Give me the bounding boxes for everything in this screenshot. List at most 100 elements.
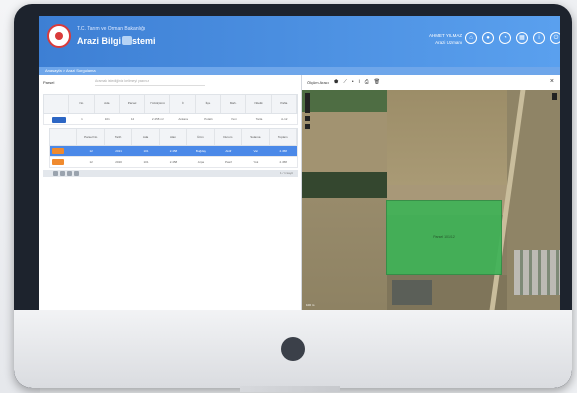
- user-icon[interactable]: ●: [482, 32, 494, 44]
- table-cell: Aktif: [225, 149, 232, 153]
- table-cell: 2021: [115, 149, 122, 153]
- pager-prev-icon[interactable]: [60, 171, 65, 176]
- table1-col: [44, 95, 70, 113]
- map-field: [302, 90, 387, 112]
- table-cell: 2.458: [169, 160, 178, 164]
- map-tool-icons: ⬟ ⟋ • i ⎙ 🗑: [334, 79, 380, 85]
- table-row[interactable]: 12 2020 101 2.458 Arpa Pasif Yok 2.458: [49, 157, 298, 168]
- table2-col: Sulama: [242, 129, 270, 145]
- table-cell: 2.458: [279, 160, 287, 164]
- map-toolbar: Ölçüm Aracı ⬟ ⟋ • i ⎙ 🗑 ×: [302, 75, 560, 91]
- table1-col: Pafta: [272, 95, 297, 113]
- map-scale: 100 m: [306, 303, 315, 307]
- ministry-logo: [47, 24, 71, 48]
- table-cell: Ankara: [178, 117, 188, 121]
- highlighted-parcel[interactable]: Parsel 101/12: [386, 200, 502, 275]
- user-name: AHMET YILMAZ: [429, 33, 463, 38]
- table-cell: Yok: [253, 160, 259, 164]
- close-icon[interactable]: ×: [550, 78, 554, 85]
- map-houses: [514, 250, 560, 295]
- polygon-icon[interactable]: ⬟: [334, 79, 338, 85]
- query-panel: Parsel Aramak istediğiniz kelimeyi yazın…: [39, 75, 302, 310]
- layer-icon[interactable]: [305, 116, 310, 121]
- table-row-selected[interactable]: 12 2021 101 2.458 Buğday Aktif Var 2.458: [49, 146, 298, 157]
- search-input[interactable]: Aramak istediğiniz kelimeyi yazınız: [95, 79, 205, 86]
- monitor-stand: [240, 386, 340, 392]
- map-field: [387, 90, 507, 185]
- table2-col: Tarih: [105, 129, 133, 145]
- detail-button[interactable]: [52, 148, 64, 154]
- pager-info: 1 / 1 kayıt: [279, 171, 293, 175]
- table-cell: 101: [143, 149, 149, 153]
- table-cell: 101: [143, 160, 149, 164]
- table-cell: 2.458: [169, 149, 178, 153]
- grid-icon[interactable]: ▦: [516, 32, 528, 44]
- user-role: Arazi Uzmanı: [435, 40, 463, 45]
- table-cell: Var: [253, 149, 258, 153]
- table-cell: 2.458 m²: [151, 117, 164, 121]
- table-cell: 2020: [115, 160, 122, 164]
- table1-col: Yüzölçümü: [145, 95, 171, 113]
- pagination: 1 / 1 kayıt: [43, 170, 298, 177]
- locate-icon[interactable]: [305, 124, 310, 129]
- logout-icon[interactable]: ⏻: [550, 32, 560, 44]
- map-field: [392, 280, 432, 305]
- map-field: [302, 198, 387, 310]
- fullscreen-icon[interactable]: [552, 93, 557, 100]
- table-cell: Pasif: [225, 160, 232, 164]
- table-cell: 12: [89, 160, 93, 164]
- delete-icon[interactable]: 🗑: [374, 79, 380, 85]
- table1-col: Ada: [95, 95, 120, 113]
- table-cell: Buğday: [195, 149, 206, 153]
- table-cell: Yeni: [230, 117, 237, 121]
- point-icon[interactable]: •: [352, 79, 354, 85]
- table-row[interactable]: 1 101 12 2.458 m² Ankara Polatlı Yeni Ta…: [43, 114, 298, 125]
- table2-col: Ada: [132, 129, 160, 145]
- table2-col: [50, 129, 78, 145]
- select-row-button[interactable]: [52, 117, 66, 123]
- table1-col: Mah.: [221, 95, 247, 113]
- user-info: AHMET YILMAZ Arazi Uzmanı: [429, 32, 462, 46]
- table1-header: No Ada Parsel Yüzölçümü İl İlçe Mah. Nit…: [43, 94, 298, 114]
- table2-col: Durum: [215, 129, 243, 145]
- table2-col: Toplam: [270, 129, 297, 145]
- pager-next-icon[interactable]: [67, 171, 72, 176]
- table1-col: Parsel: [120, 95, 146, 113]
- app-badge-icon: [122, 36, 132, 45]
- home-icon[interactable]: ⌂: [465, 32, 477, 44]
- app-subtitle: T.C. Tarım ve Orman Bakanlığı: [77, 26, 146, 32]
- table-cell: Polatlı: [204, 117, 213, 121]
- table1-col: İl: [170, 95, 196, 113]
- table2-col: Alan: [160, 129, 188, 145]
- map-panel: Ölçüm Aracı ⬟ ⟋ • i ⎙ 🗑 × Parsel 101/12 …: [302, 75, 560, 310]
- pager-buttons: [53, 171, 79, 176]
- info-icon[interactable]: i: [533, 32, 545, 44]
- map-field: [302, 172, 387, 198]
- parcel-label: Parsel 101/12: [433, 235, 455, 239]
- zoom-control[interactable]: [305, 93, 310, 113]
- table1-col: Nitelik: [246, 95, 272, 113]
- table-cell: 101: [104, 117, 110, 121]
- table1-col: İlçe: [196, 95, 222, 113]
- pager-first-icon[interactable]: [53, 171, 58, 176]
- table-cell: 12: [89, 149, 93, 153]
- detail-button[interactable]: [52, 159, 64, 165]
- bell-icon[interactable]: ◔: [499, 32, 511, 44]
- table-cell: Tarla: [255, 117, 263, 121]
- pager-last-icon[interactable]: [74, 171, 79, 176]
- table-cell: 1: [81, 117, 83, 121]
- app-title: Arazi Bilgi Sistemi: [77, 36, 156, 46]
- table-cell: 12: [130, 117, 135, 121]
- satellite-map[interactable]: Parsel 101/12 100 m: [302, 90, 560, 310]
- monitor-frame: T.C. Tarım ve Orman Bakanlığı Arazi Bilg…: [14, 4, 572, 388]
- map-field: [302, 112, 387, 172]
- info-icon[interactable]: i: [359, 79, 360, 85]
- table-cell: 2.458: [279, 149, 287, 153]
- breadcrumb: Anasayfa > Arazi Sorgulama: [39, 67, 560, 75]
- print-icon[interactable]: ⎙: [365, 79, 369, 85]
- line-icon[interactable]: ⟋: [343, 79, 347, 85]
- table2-header: Parsel No Tarih Ada Alan Ürün Durum Sula…: [49, 128, 298, 146]
- top-bar: T.C. Tarım ve Orman Bakanlığı Arazi Bilg…: [39, 16, 560, 67]
- table-cell: Arpa: [197, 160, 205, 164]
- table1-col: No: [69, 95, 95, 113]
